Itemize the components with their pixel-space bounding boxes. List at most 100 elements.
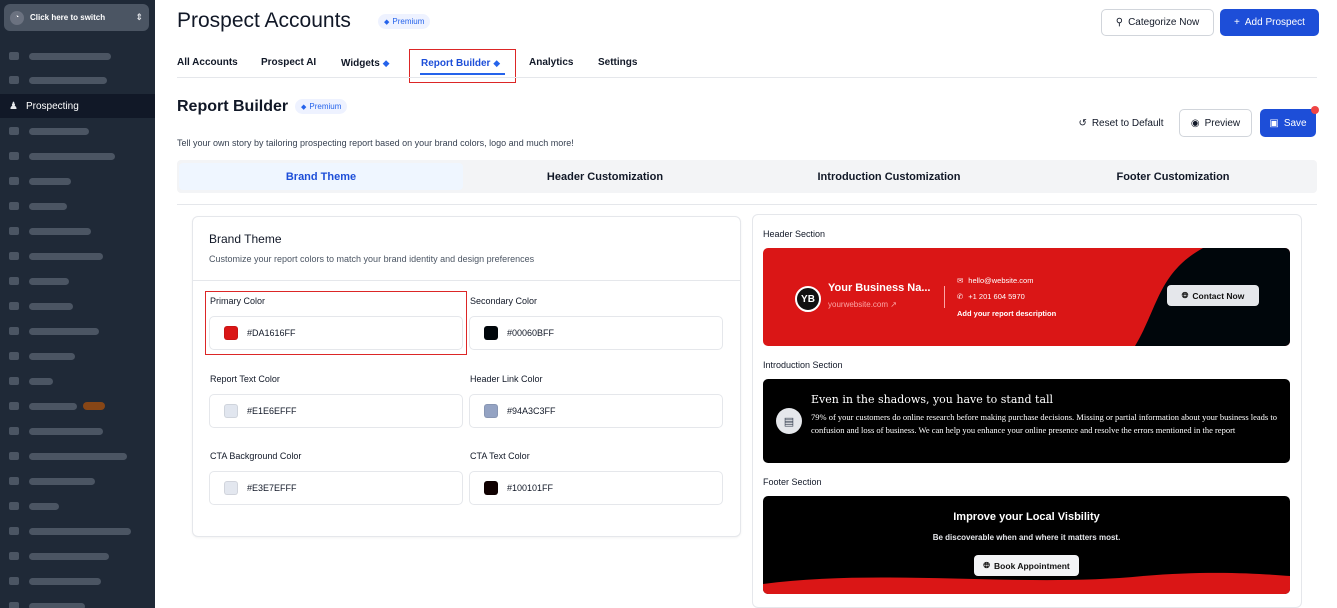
sidebar-item-blurred[interactable]: [0, 320, 155, 342]
sidebar-item-blurred[interactable]: [0, 295, 155, 317]
cta-background-color-input[interactable]: #E3E7EFFF: [209, 471, 463, 505]
sidebar-item-blurred[interactable]: [0, 470, 155, 492]
introduction-section-label: Introduction Section: [763, 360, 843, 370]
reset-icon: ↺: [1078, 117, 1087, 129]
sidebar-item-blurred[interactable]: [0, 45, 155, 67]
color-value: #100101FF: [507, 483, 554, 493]
categorize-now-button[interactable]: ⚲ Categorize Now: [1101, 9, 1214, 36]
tab-label: Analytics: [529, 57, 574, 68]
tab-widgets[interactable]: Widgets ◆: [341, 56, 390, 70]
sidebar-item-blurred[interactable]: [0, 220, 155, 242]
book-appointment-button[interactable]: 🌐︎ Book Appointment: [974, 555, 1079, 576]
save-icon: ▣: [1269, 117, 1279, 129]
sidebar-item-blurred[interactable]: [0, 245, 155, 267]
sidebar: ◔ Click here to switch ⇕ ♟ Prospecting: [0, 0, 155, 608]
tab-label: All Accounts: [177, 57, 238, 68]
tab-introduction-customization[interactable]: Introduction Customization: [747, 163, 1031, 190]
contact-now-label: Contact Now: [1192, 290, 1245, 301]
footer-title: Improve your Local Visbility: [953, 511, 1100, 523]
premium-badge: ◆ Premium: [295, 99, 348, 114]
unsaved-dot: [1311, 106, 1319, 114]
brand-theme-subtitle: Customize your report colors to match yo…: [209, 254, 535, 264]
cta-text-color-input[interactable]: #100101FF: [469, 471, 723, 505]
premium-badge-label: Premium: [392, 17, 425, 26]
categorize-now-label: Categorize Now: [1128, 17, 1200, 28]
header-preview: YB Your Business Na... yourwebsite.com ↗…: [763, 248, 1290, 346]
brand-theme-title: Brand Theme: [209, 232, 282, 246]
color-value: #94A3C3FF: [507, 406, 556, 416]
phone-text: +1 201 604 5970: [968, 292, 1025, 301]
primary-color-input[interactable]: #DA1616FF: [209, 316, 463, 350]
header-section-label: Header Section: [763, 229, 826, 239]
tab-prospect-ai[interactable]: Prospect AI: [261, 56, 316, 70]
switcher-label: Click here to switch: [30, 13, 106, 22]
tab-label: Settings: [598, 57, 638, 68]
preview-button[interactable]: ◉ Preview: [1179, 109, 1252, 137]
sidebar-item-blurred[interactable]: [0, 195, 155, 217]
premium-badge-label: Premium: [309, 102, 342, 111]
subtab-label: Footer Customization: [1116, 170, 1230, 183]
plus-icon: +: [1234, 17, 1240, 28]
sidebar-item-blurred[interactable]: [0, 270, 155, 292]
report-builder-title: Report Builder: [177, 98, 289, 115]
report-icon: ▤: [776, 408, 802, 434]
tab-settings[interactable]: Settings: [598, 56, 637, 70]
sidebar-item-blurred[interactable]: [0, 120, 155, 142]
introduction-preview: ▤ Even in the shadows, you have to stand…: [763, 379, 1290, 463]
add-prospect-label: Add Prospect: [1244, 17, 1305, 28]
tab-label: Prospect AI: [261, 57, 317, 68]
sidebar-item-blurred[interactable]: [0, 520, 155, 542]
content-divider: [177, 204, 1317, 205]
color-swatch[interactable]: [224, 481, 238, 495]
sidebar-item-blurred[interactable]: [0, 595, 155, 608]
sidebar-item-blurred[interactable]: [0, 370, 155, 392]
tab-analytics[interactable]: Analytics: [529, 56, 573, 70]
user-tag-icon: ⚲: [1115, 17, 1124, 28]
phone-icon: ✆: [957, 292, 964, 301]
header-description: Add your report description: [957, 309, 1057, 318]
active-tab-indicator: [420, 73, 505, 75]
tab-header-customization[interactable]: Header Customization: [463, 163, 747, 190]
tab-report-builder[interactable]: Report Builder ◆: [421, 56, 500, 70]
report-builder-description: Tell your own story by tailoring prospec…: [177, 138, 574, 148]
sidebar-item-blurred[interactable]: [0, 69, 155, 91]
sidebar-item-blurred[interactable]: [0, 395, 155, 417]
tab-brand-theme[interactable]: Brand Theme: [179, 163, 463, 190]
header-link-color-input[interactable]: #94A3C3FF: [469, 394, 723, 428]
color-value: #00060BFF: [507, 328, 555, 338]
tab-divider: [177, 77, 1317, 78]
secondary-color-input[interactable]: #00060BFF: [469, 316, 723, 350]
color-swatch[interactable]: [224, 326, 238, 340]
color-swatch[interactable]: [484, 326, 498, 340]
sidebar-item-blurred[interactable]: [0, 420, 155, 442]
sidebar-item-blurred[interactable]: [0, 570, 155, 592]
sidebar-item-blurred[interactable]: [0, 170, 155, 192]
color-swatch[interactable]: [224, 404, 238, 418]
sidebar-item-blurred[interactable]: [0, 145, 155, 167]
chevron-updown-icon: ⇕: [135, 12, 143, 22]
save-button[interactable]: ▣ Save: [1260, 109, 1316, 137]
business-website[interactable]: yourwebsite.com ↗: [828, 300, 897, 309]
sidebar-item-prospecting[interactable]: ♟ Prospecting: [0, 94, 155, 118]
tab-all-accounts[interactable]: All Accounts: [177, 56, 238, 70]
account-switcher[interactable]: ◔ Click here to switch ⇕: [4, 4, 149, 31]
color-swatch[interactable]: [484, 404, 498, 418]
globe-icon: 🌐︎: [1181, 290, 1189, 300]
preview-label: Preview: [1204, 117, 1241, 129]
sidebar-item-blurred[interactable]: [0, 445, 155, 467]
subtab-label: Brand Theme: [285, 170, 357, 183]
sidebar-item-blurred[interactable]: [0, 345, 155, 367]
account-icon: ◔: [10, 10, 24, 25]
tab-label: Widgets: [341, 58, 380, 69]
secondary-color-label: Secondary Color: [470, 296, 538, 306]
contact-now-button[interactable]: 🌐︎ Contact Now: [1167, 285, 1259, 306]
color-swatch[interactable]: [484, 481, 498, 495]
tab-footer-customization[interactable]: Footer Customization: [1031, 163, 1315, 190]
report-text-color-input[interactable]: #E1E6EFFF: [209, 394, 463, 428]
intro-text: 79% of your customers do online research…: [811, 412, 1277, 435]
add-prospect-button[interactable]: + Add Prospect: [1220, 9, 1319, 36]
sidebar-item-blurred[interactable]: [0, 545, 155, 567]
subtab-label: Introduction Customization: [817, 170, 961, 183]
reset-to-default-button[interactable]: ↺ Reset to Default: [1068, 110, 1174, 136]
sidebar-item-blurred[interactable]: [0, 495, 155, 517]
